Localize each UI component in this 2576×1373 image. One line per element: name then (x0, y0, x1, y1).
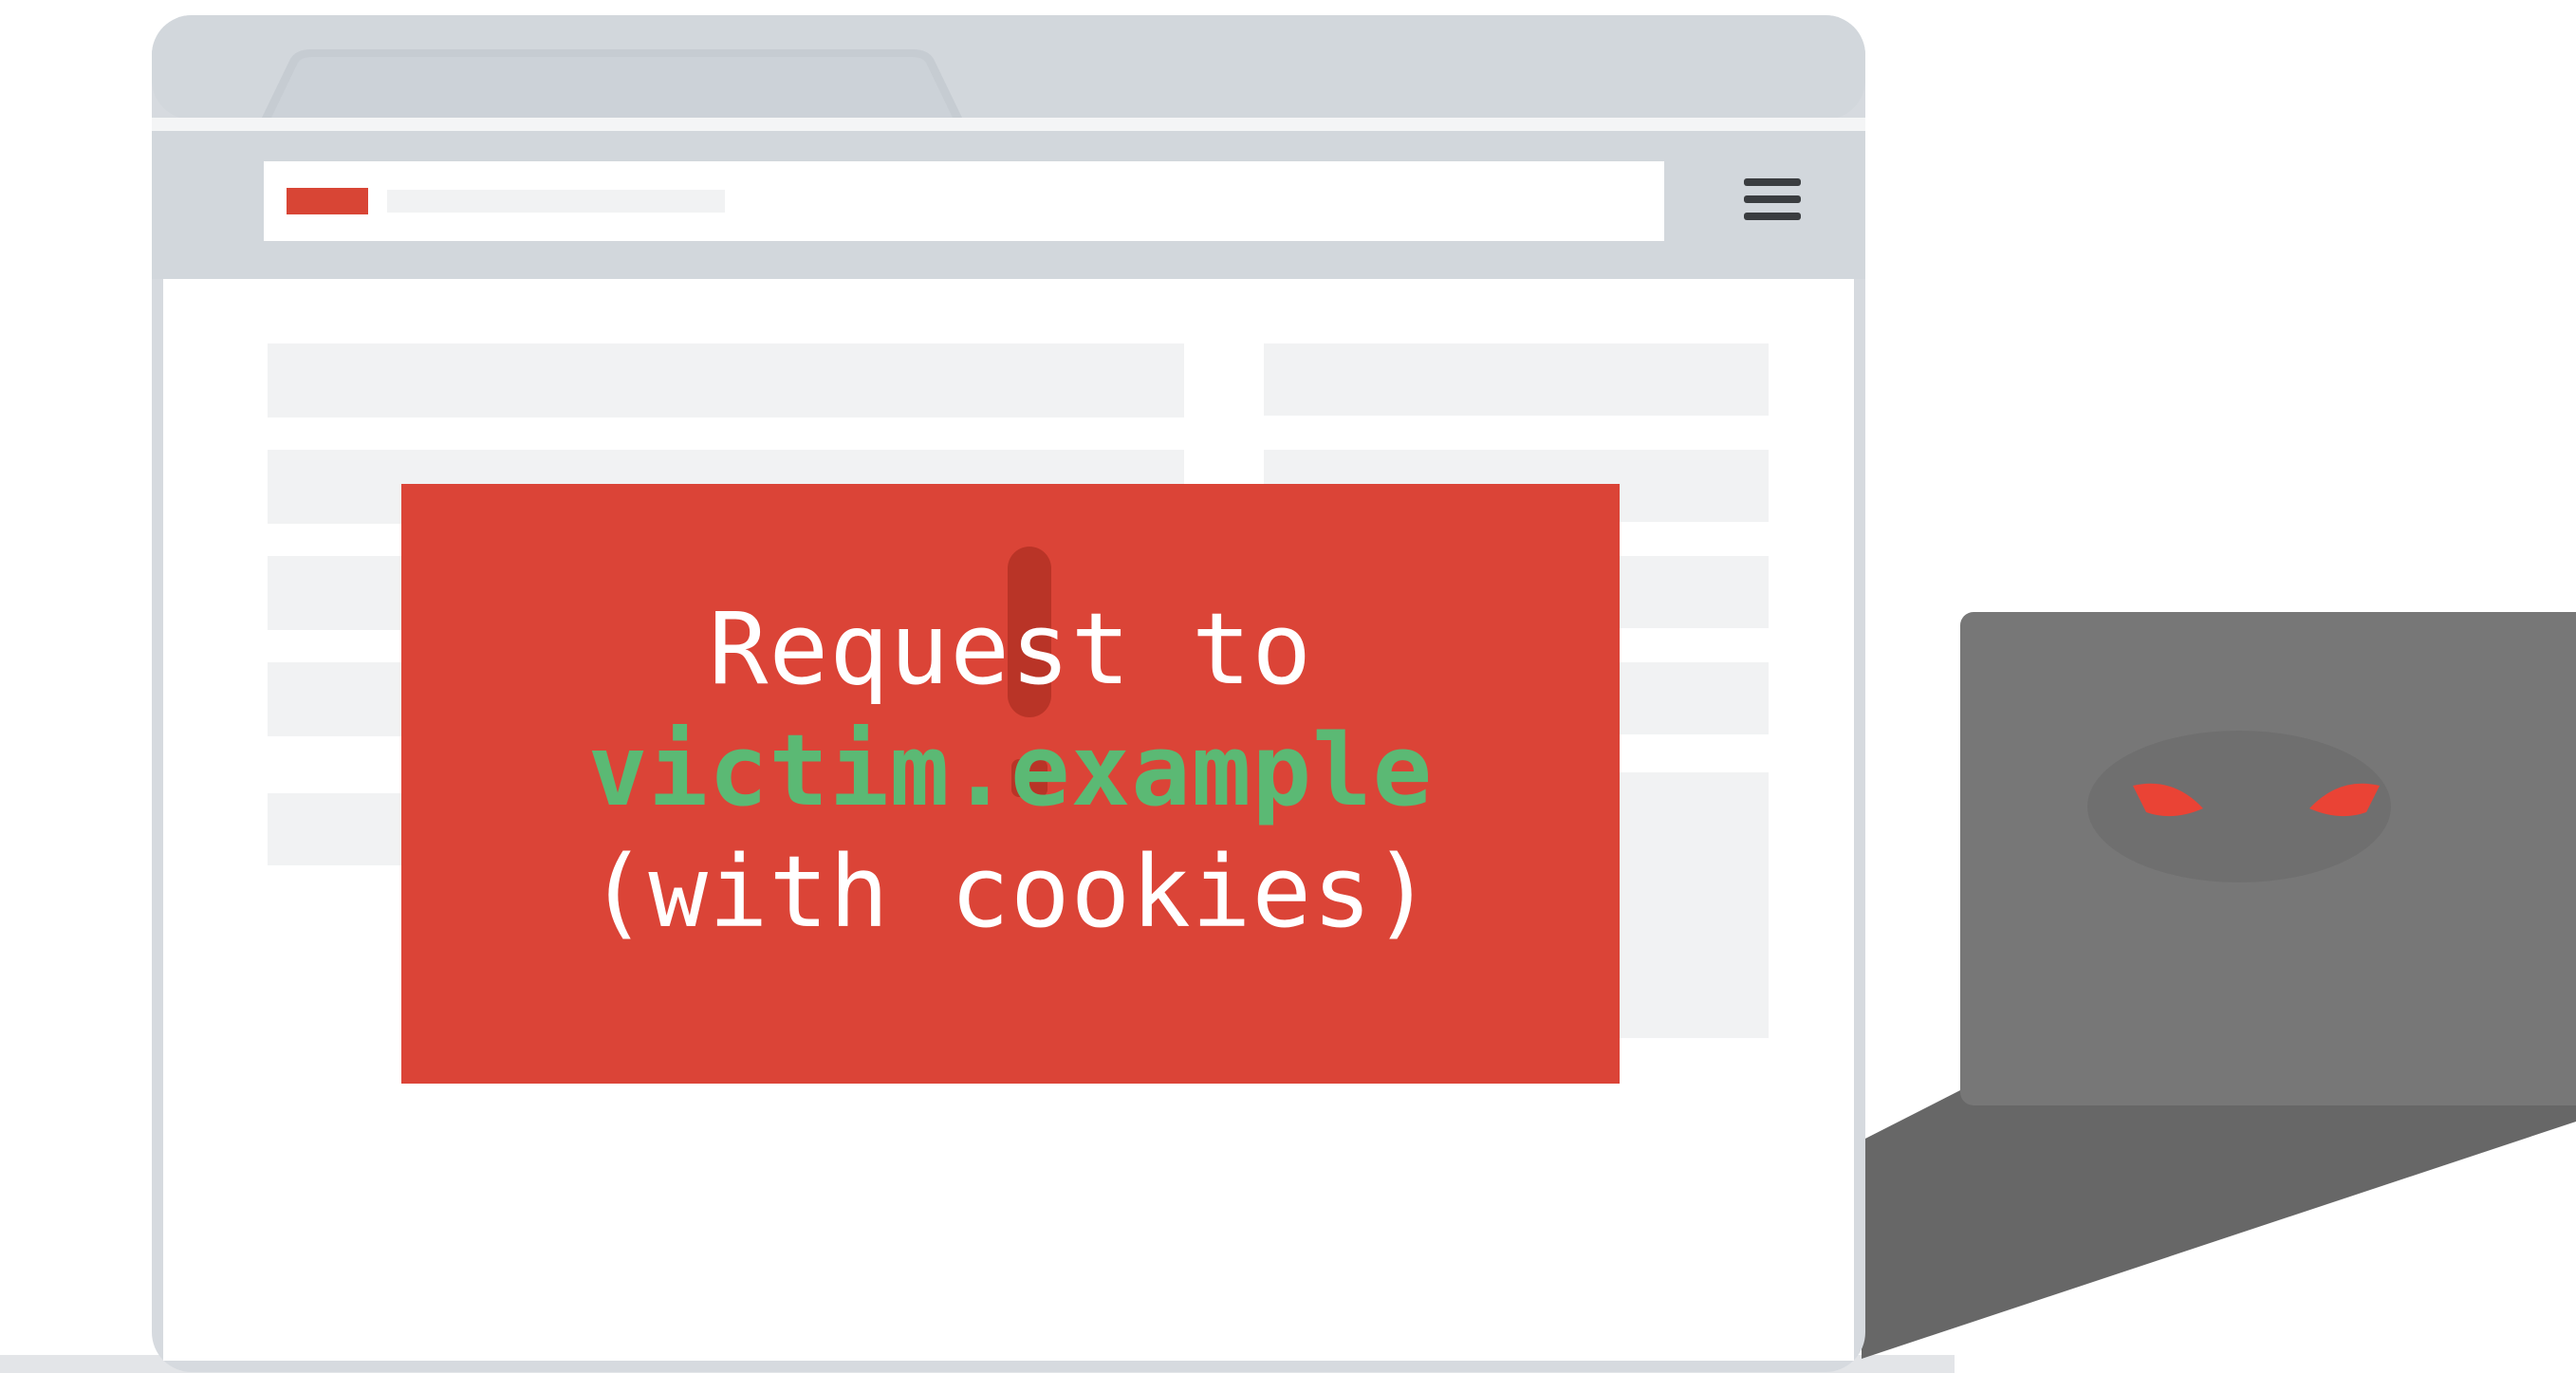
toolbar-divider (152, 118, 1865, 131)
attacker-laptop (1960, 612, 2576, 1105)
csrf-diagram: Request to victim.example (with cookies) (0, 0, 2576, 1373)
content-row (268, 343, 1184, 417)
address-bar-url-placeholder (387, 190, 725, 213)
diagram-canvas (0, 15, 2576, 1373)
sidebar-row (1264, 343, 1769, 416)
request-alert (401, 484, 1620, 1084)
address-bar-indicator (287, 188, 368, 214)
browser-tab-inner (271, 57, 953, 118)
attacker-laptop-base (1862, 1089, 2576, 1359)
hamburger-menu-icon[interactable] (1744, 178, 1801, 220)
